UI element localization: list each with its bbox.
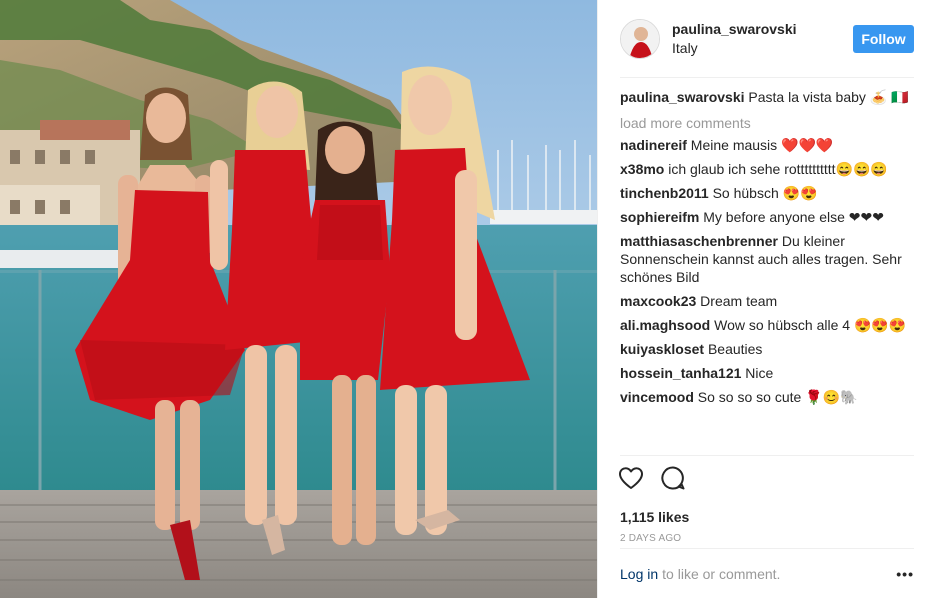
heart-icon[interactable] <box>618 466 644 493</box>
action-icons <box>618 465 914 494</box>
comment-item: vincemood So so so so cute 🌹😊🐘 <box>620 388 914 406</box>
post-timestamp[interactable]: 2 DAYS AGO <box>620 533 914 544</box>
comment-text: So so so so cute 🌹😊🐘 <box>697 389 858 405</box>
comment-username[interactable]: vincemood <box>620 389 694 405</box>
caption-username[interactable]: paulina_swarovski <box>620 89 745 105</box>
caption-text: Pasta la vista baby 🍝 🇮🇹 <box>748 89 909 105</box>
comment-item: matthiasaschenbrenner Du kleiner Sonnens… <box>620 232 914 286</box>
comments-list[interactable]: paulina_swarovski Pasta la vista baby 🍝 … <box>620 88 914 454</box>
comment-item: nadinereif Meine mausis ❤️❤️❤️ <box>620 136 914 154</box>
post-sidebar: paulina_swarovski Italy Follow paulina_s… <box>597 0 930 598</box>
comment-text: So hübsch 😍😍 <box>712 185 818 201</box>
comment-text: ich glaub ich sehe rotttttttttt😄😄😄 <box>668 161 888 177</box>
photo-illustration <box>0 0 597 598</box>
login-footer: Log in to like or comment. ••• <box>620 548 914 598</box>
comment-item: sophiereifm My before anyone else ❤❤❤ <box>620 208 914 226</box>
caption: paulina_swarovski Pasta la vista baby 🍝 … <box>620 88 914 106</box>
avatar[interactable] <box>620 18 660 59</box>
likes-count[interactable]: 1,115 likes <box>620 509 914 525</box>
more-options-icon[interactable]: ••• <box>896 566 914 582</box>
comment-username[interactable]: hossein_tanha121 <box>620 365 741 381</box>
comment-username[interactable]: matthiasaschenbrenner <box>620 233 778 249</box>
comment-item: kuiyaskloset Beauties <box>620 340 914 358</box>
header-user-block: paulina_swarovski Italy <box>672 20 853 57</box>
comment-text: Wow so hübsch alle 4 😍😍😍 <box>714 317 907 333</box>
comment-item: ali.maghsood Wow so hübsch alle 4 😍😍😍 <box>620 316 914 334</box>
comment-username[interactable]: sophiereifm <box>620 209 699 225</box>
comment-text: Beauties <box>707 341 763 357</box>
login-link[interactable]: Log in <box>620 566 658 582</box>
follow-button[interactable]: Follow <box>853 24 914 53</box>
comment-username[interactable]: ali.maghsood <box>620 317 710 333</box>
comment-username[interactable]: nadinereif <box>620 137 687 153</box>
comment-item: tinchenb2011 So hübsch 😍😍 <box>620 184 914 202</box>
post-header: paulina_swarovski Italy Follow <box>620 0 914 78</box>
post-actions: 1,115 likes 2 DAYS AGO <box>618 455 914 544</box>
instagram-post: paulina_swarovski Italy Follow paulina_s… <box>0 0 930 598</box>
load-more-comments[interactable]: load more comments <box>620 114 914 132</box>
header-username[interactable]: paulina_swarovski <box>672 20 853 38</box>
post-photo[interactable] <box>0 0 597 598</box>
login-prompt-text: to like or comment. <box>662 565 781 582</box>
comment-text: My before anyone else ❤❤❤ <box>703 209 884 225</box>
comment-username[interactable]: x38mo <box>620 161 664 177</box>
comment-text: Meine mausis ❤️❤️❤️ <box>690 137 834 153</box>
comment-item: maxcook23 Dream team <box>620 292 914 310</box>
comment-username[interactable]: maxcook23 <box>620 293 696 309</box>
comment-icon[interactable] <box>660 465 686 494</box>
comment-username[interactable]: tinchenb2011 <box>620 185 709 201</box>
header-location[interactable]: Italy <box>672 39 853 57</box>
comment-text: Nice <box>745 365 774 381</box>
comment-text: Dream team <box>700 293 778 309</box>
comment-item: hossein_tanha121 Nice <box>620 364 914 382</box>
comment-username[interactable]: kuiyaskloset <box>620 341 704 357</box>
comment-item: x38mo ich glaub ich sehe rotttttttttt😄😄😄 <box>620 160 914 178</box>
